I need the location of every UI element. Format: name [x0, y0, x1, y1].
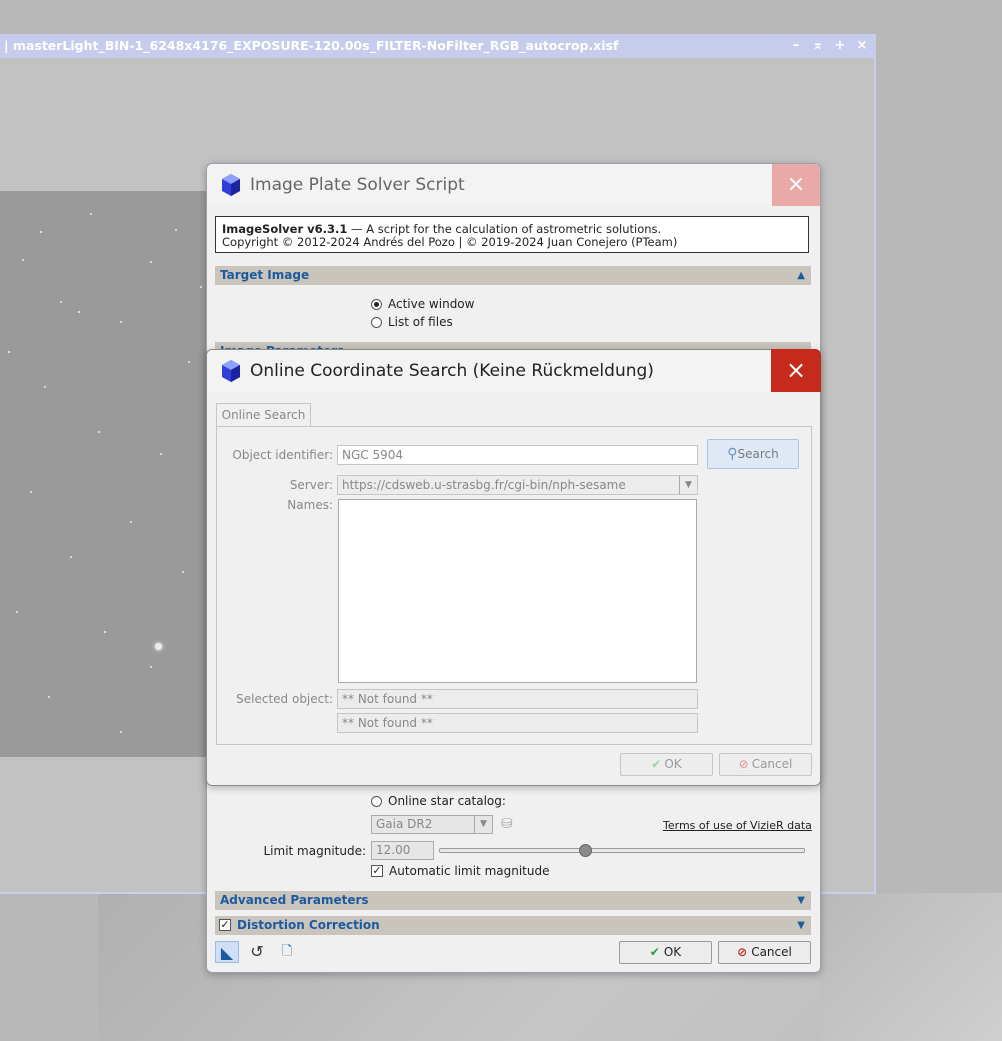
- object-identifier-input[interactable]: NGC 5904: [337, 445, 698, 465]
- double-chevron-down-icon[interactable]: ▼: [797, 891, 805, 910]
- limit-magnitude-value: 12.00: [376, 843, 411, 857]
- tab-online-search[interactable]: Online Search: [216, 403, 311, 426]
- no-entry-icon: ⊘: [738, 757, 749, 771]
- selected-object-coordinates-value: ** Not found **: [342, 716, 433, 730]
- selected-object-label: Selected object:: [236, 692, 333, 706]
- minimize-icon[interactable]: –: [788, 34, 804, 58]
- selected-object-field[interactable]: ** Not found **: [337, 689, 698, 709]
- pixinsight-cube-icon: [222, 360, 240, 382]
- distortion-checkbox[interactable]: ✓: [219, 918, 231, 931]
- search-cancel-button[interactable]: ⊘ Cancel: [719, 753, 812, 776]
- radio-active-window[interactable]: Active window: [371, 296, 474, 312]
- shade-icon[interactable]: ⌅: [810, 34, 826, 58]
- no-entry-icon: ⊘: [737, 945, 748, 959]
- object-identifier-value: NGC 5904: [342, 448, 404, 462]
- image-window-titlebar[interactable]: | masterLight_BIN-1_6248x4176_EXPOSURE-1…: [0, 34, 876, 58]
- radio-online-star-catalog[interactable]: Online star catalog:: [371, 793, 506, 809]
- server-select[interactable]: https://cdsweb.u-strasbg.fr/cgi-bin/nph-…: [337, 475, 698, 495]
- checkbox-auto-limit-magnitude[interactable]: ✓ Automatic limit magnitude: [371, 863, 549, 879]
- checkbox[interactable]: ✓: [371, 865, 383, 877]
- server-icon[interactable]: ⛁: [501, 816, 513, 832]
- object-identifier-label: Object identifier:: [232, 448, 333, 462]
- selected-object-value: ** Not found **: [342, 692, 433, 706]
- names-list[interactable]: [338, 499, 697, 683]
- close-icon[interactable]: ×: [772, 164, 820, 206]
- auto-limit-magnitude-label: Automatic limit magnitude: [389, 864, 550, 878]
- script-info-box: ImageSolver v6.3.1 — A script for the ca…: [215, 216, 809, 253]
- script-copyright: Copyright © 2012-2024 Andrés del Pozo | …: [222, 235, 678, 249]
- close-icon[interactable]: ×: [854, 34, 870, 58]
- radio-button[interactable]: [371, 795, 382, 807]
- image-window-title: | masterLight_BIN-1_6248x4176_EXPOSURE-1…: [4, 38, 619, 53]
- double-chevron-down-icon[interactable]: ▼: [797, 916, 805, 935]
- reset-icon[interactable]: ↺: [245, 941, 269, 963]
- selected-object-coordinates-field[interactable]: ** Not found **: [337, 713, 698, 733]
- plate-solver-title: Image Plate Solver Script: [250, 175, 465, 195]
- section-target-image-label: Target Image: [220, 268, 310, 282]
- search-ok-button-label: OK: [664, 757, 682, 771]
- checkmark-icon: ✔: [649, 945, 660, 959]
- document-icon[interactable]: 🗋: [275, 941, 299, 963]
- limit-magnitude-label: Limit magnitude:: [263, 844, 366, 858]
- radio-list-of-files-label: List of files: [388, 315, 453, 329]
- section-target-image[interactable]: Target Image ▲: [215, 266, 811, 285]
- plate-solver-titlebar[interactable]: Image Plate Solver Script ×: [207, 164, 820, 206]
- online-search-titlebar[interactable]: Online Coordinate Search (Keine Rückmeld…: [207, 349, 821, 392]
- terms-of-use-link[interactable]: Terms of use of VizieR data: [663, 819, 812, 832]
- ok-button[interactable]: ✔ OK: [619, 941, 712, 964]
- new-instance-icon[interactable]: ◣: [215, 941, 239, 963]
- magnifier-icon: ⚲: [727, 446, 738, 462]
- search-button[interactable]: ⚲Search: [707, 439, 799, 469]
- close-icon[interactable]: ×: [771, 349, 821, 392]
- slider-handle[interactable]: [579, 844, 593, 857]
- desktop-background-highlight: [820, 893, 1002, 1041]
- search-cancel-button-label: Cancel: [751, 757, 793, 771]
- server-label: Server:: [289, 478, 333, 492]
- server-select-value: https://cdsweb.u-strasbg.fr/cgi-bin/nph-…: [342, 478, 626, 492]
- online-search-title: Online Coordinate Search (Keine Rückmeld…: [250, 361, 654, 381]
- section-distortion-correction[interactable]: ✓ Distortion Correction ▼: [215, 916, 811, 935]
- script-description: — A script for the calculation of astrom…: [347, 222, 662, 236]
- section-distortion-correction-label: Distortion Correction: [237, 918, 380, 932]
- online-star-catalog-label: Online star catalog:: [388, 794, 506, 808]
- cancel-button[interactable]: ⊘ Cancel: [718, 941, 811, 964]
- pixinsight-cube-icon: [222, 174, 240, 196]
- script-name-version: ImageSolver v6.3.1: [222, 222, 348, 236]
- radio-button[interactable]: [371, 316, 382, 328]
- catalog-select-value: Gaia DR2: [376, 817, 433, 831]
- astro-image-view[interactable]: [0, 191, 210, 757]
- chevron-down-icon: ▼: [679, 476, 697, 494]
- search-ok-button[interactable]: ✔ OK: [620, 753, 713, 776]
- radio-active-window-label: Active window: [388, 297, 475, 311]
- double-chevron-up-icon[interactable]: ▲: [797, 266, 805, 285]
- radio-list-of-files[interactable]: List of files: [371, 314, 453, 330]
- section-advanced-parameters-label: Advanced Parameters: [220, 893, 369, 907]
- catalog-select[interactable]: Gaia DR2 ▼: [371, 815, 493, 834]
- limit-magnitude-field[interactable]: 12.00: [371, 841, 434, 860]
- online-search-dialog[interactable]: Online Coordinate Search (Keine Rückmeld…: [206, 349, 821, 786]
- limit-magnitude-slider[interactable]: [439, 848, 805, 853]
- cancel-button-label: Cancel: [751, 945, 792, 959]
- section-advanced-parameters[interactable]: Advanced Parameters ▼: [215, 891, 811, 910]
- search-button-label: Search: [737, 447, 779, 461]
- checkmark-icon: ✔: [651, 757, 662, 771]
- names-label: Names:: [287, 498, 333, 512]
- radio-button[interactable]: [371, 298, 382, 310]
- maximize-icon[interactable]: +: [832, 34, 848, 58]
- chevron-down-icon: ▼: [474, 816, 492, 833]
- ok-button-label: OK: [663, 945, 682, 959]
